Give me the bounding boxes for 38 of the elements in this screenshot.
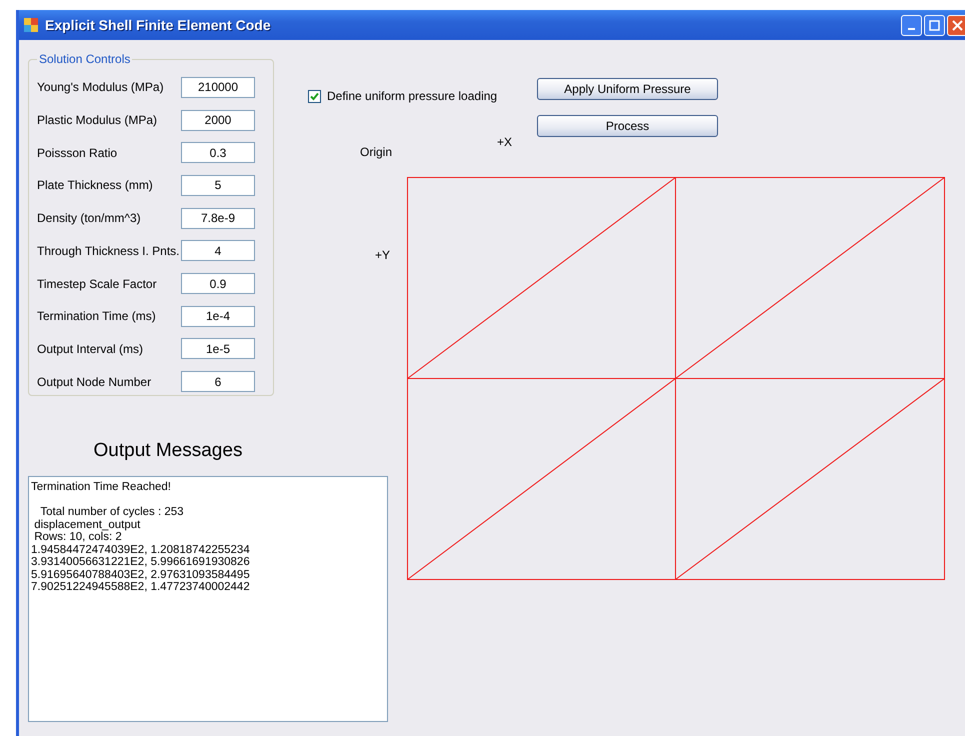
field-label: Density (ton/mm^3) [37, 211, 142, 226]
field-label: Timestep Scale Factor [37, 276, 158, 291]
window-title: Explicit Shell Finite Element Code [45, 17, 271, 33]
app-icon [23, 17, 39, 33]
field-label: Termination Time (ms) [37, 309, 157, 324]
action-button[interactable]: Apply Uniform Pressure [537, 78, 718, 100]
field-label: Output Interval (ms) [37, 342, 144, 356]
maximize-icon [929, 20, 940, 30]
field-label: Output Node Number [37, 374, 152, 389]
input-field[interactable]: 7.8e-9 [181, 208, 255, 229]
input-field[interactable]: 210000 [181, 76, 255, 98]
field-label: Young's Modulus (MPa) [37, 80, 165, 94]
checkbox-label: Define uniform pressure loading [327, 89, 498, 103]
input-field[interactable]: 1e-5 [181, 338, 255, 360]
field-label: Through Thickness I. Pnts. [37, 244, 181, 258]
input-field[interactable]: 0.9 [181, 273, 255, 294]
close-button[interactable] [947, 14, 965, 36]
axis-label: +X [497, 135, 512, 149]
field-label: Poissson Ratio [37, 146, 118, 160]
output-heading: Output Messages [92, 440, 244, 462]
minimize-icon [908, 28, 915, 30]
group-title: Solution Controls [38, 52, 132, 66]
origin-label: Origin [360, 145, 392, 159]
field-label: Plastic Modulus (MPa) [37, 113, 158, 128]
input-field[interactable]: 4 [181, 240, 255, 262]
axis-label: +Y [375, 248, 390, 262]
input-field[interactable]: 6 [181, 371, 255, 392]
minimize-button[interactable] [901, 14, 922, 36]
input-field[interactable]: 0.3 [181, 142, 255, 164]
maximize-button[interactable] [924, 14, 945, 36]
close-icon [952, 20, 963, 30]
field-label: Plate Thickness (mm) [37, 178, 154, 192]
action-button[interactable]: Process [537, 115, 718, 137]
input-field[interactable]: 5 [181, 174, 255, 196]
input-field[interactable]: 2000 [181, 110, 255, 131]
output-field[interactable]: Termination Time Reached! Total number of cycles : 253 displacement_output Rows: 10, cols: 2 1.94584472474039E2, 1.20818742255234 3.93140056631221E2, 5.99661691930826 5.91695640788403E2, 2.97631093584495 7.90251224945588E2, 1.47723740002442 [28, 476, 388, 722]
checkbox[interactable] [308, 90, 321, 102]
input-field[interactable]: 1e-4 [181, 306, 255, 327]
